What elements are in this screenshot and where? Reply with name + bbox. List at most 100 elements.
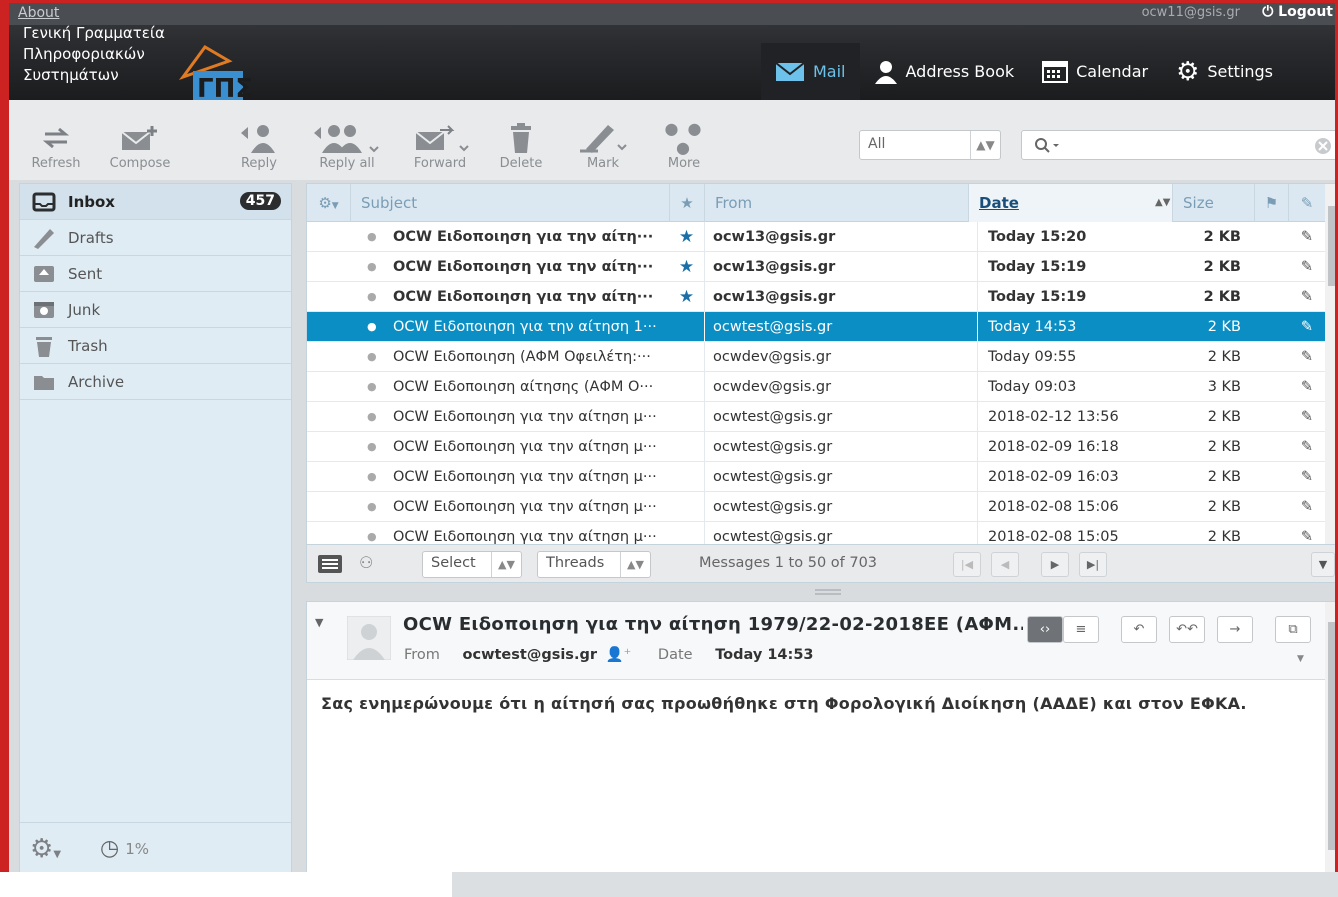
clear-search-icon[interactable]: [1314, 137, 1332, 155]
column-date[interactable]: Date: [969, 184, 1173, 222]
folder-drafts[interactable]: Drafts: [20, 220, 291, 256]
nav-settings[interactable]: ⚙ Settings: [1162, 43, 1287, 100]
html-view-button[interactable]: ‹›: [1027, 616, 1063, 643]
message-row[interactable]: ● OCW Ειδοποιηση (ΑΦΜ Οφειλέτη:··· ocwdev@…: [307, 342, 1325, 372]
logout-button[interactable]: ⏻ Logout: [1262, 4, 1333, 20]
reply-all-button-preview[interactable]: ↶↶: [1169, 616, 1205, 643]
message-row[interactable]: ● OCW Ειδοποιηση για την αίτηση μ··· ocwte…: [307, 492, 1325, 522]
flag-star-icon[interactable]: [669, 372, 705, 402]
message-list-scrollbar[interactable]: [1325, 184, 1335, 544]
preview-scrollbar[interactable]: [1325, 602, 1335, 872]
nav-address-book[interactable]: Address Book: [860, 43, 1029, 100]
folder-inbox[interactable]: Inbox 457: [20, 184, 291, 220]
user-icon: [874, 60, 897, 84]
plain-text-view-button[interactable]: ≡: [1063, 616, 1099, 643]
reply-button[interactable]: Reply: [235, 120, 283, 171]
forward-button-preview[interactable]: →: [1217, 616, 1253, 643]
select-dropdown[interactable]: Select ▲▼: [422, 551, 522, 578]
last-page-button[interactable]: ▶|: [1079, 552, 1107, 577]
collapse-preview-button[interactable]: ▼: [1311, 552, 1335, 577]
thread-bullet-icon: ●: [367, 350, 377, 363]
mark-button[interactable]: Mark: [575, 120, 631, 171]
compose-button[interactable]: Compose: [103, 120, 177, 171]
threads-dropdown[interactable]: Threads ▲▼: [537, 551, 651, 578]
first-page-button[interactable]: |◀: [953, 552, 981, 577]
flag-star-icon[interactable]: [669, 342, 705, 372]
message-row[interactable]: ● OCW Ειδοποιηση για την αίτηση μ··· ocwte…: [307, 432, 1325, 462]
reply-all-button[interactable]: Reply all: [311, 120, 383, 171]
expand-headers-arrow-icon[interactable]: ▼: [1297, 654, 1304, 664]
envelope-icon: [775, 61, 805, 81]
nav-mail[interactable]: Mail: [761, 43, 860, 100]
message-row[interactable]: ● OCW Ειδοποιηση για την αίτη··· ★ ocw13@gs…: [307, 252, 1325, 282]
flag-star-icon[interactable]: [669, 462, 705, 492]
column-from[interactable]: From: [705, 184, 969, 222]
reply-all-icon: [311, 120, 383, 156]
sender-address[interactable]: ocwtest@gsis.gr: [463, 647, 597, 663]
collapse-header-arrow-icon[interactable]: ▼: [315, 616, 323, 629]
thread-bullet-icon: ●: [367, 380, 377, 393]
archive-icon: [34, 375, 54, 390]
scrollbar-thumb[interactable]: [1328, 206, 1335, 286]
flag-star-icon[interactable]: ★: [669, 252, 705, 282]
search-filter-select[interactable]: All ▲▼: [859, 130, 1001, 160]
column-size[interactable]: Size: [1173, 184, 1255, 222]
previous-page-button[interactable]: ◀: [991, 552, 1019, 577]
add-contact-icon[interactable]: 👤⁺: [606, 647, 632, 663]
flag-star-icon[interactable]: [669, 402, 705, 432]
threads-toggle-icon[interactable]: ⚇: [359, 553, 373, 572]
flag-star-icon[interactable]: [669, 312, 705, 342]
open-in-new-window-button[interactable]: ⧉: [1275, 616, 1311, 643]
scrollbar-thumb[interactable]: [1328, 622, 1335, 850]
mark-pencil-icon: [575, 120, 631, 156]
message-row[interactable]: ● OCW Ειδοποιηση για την αίτηση μ··· ocwte…: [307, 462, 1325, 492]
message-row[interactable]: ● OCW Ειδοποιηση αίτησης (ΑΦΜ Ο··· ocwdev@…: [307, 372, 1325, 402]
column-flag-star-icon[interactable]: ★: [669, 184, 705, 222]
reply-button-preview[interactable]: ↶: [1121, 616, 1157, 643]
message-size: 3 KB: [1207, 379, 1241, 395]
flag-star-icon[interactable]: ★: [669, 282, 705, 312]
app-window: About ocw11@gsis.gr ⏻ Logout Γενική Γραμ…: [0, 0, 1338, 872]
folder-actions-gear-icon[interactable]: ⚙▼: [30, 834, 90, 864]
next-page-button[interactable]: ▶: [1041, 552, 1069, 577]
more-button[interactable]: ● ● ● More: [659, 119, 709, 171]
flag-star-icon[interactable]: [669, 492, 705, 522]
message-row[interactable]: ● OCW Ειδοποιηση για την αίτη··· ★ ocw13@gs…: [307, 282, 1325, 312]
nav-calendar-label: Calendar: [1076, 62, 1149, 81]
delete-button[interactable]: Delete: [493, 120, 549, 171]
message-row[interactable]: ● OCW Ειδοποιηση για την αίτηση μ··· ocwte…: [307, 402, 1325, 432]
thread-bullet-icon: ●: [367, 440, 377, 453]
attachment-clip-icon: ✎: [1300, 319, 1314, 335]
message-size: 2 KB: [1207, 349, 1241, 365]
folder-trash[interactable]: Trash: [20, 328, 291, 364]
sort-arrow-icon: ▲▼: [1155, 197, 1171, 208]
about-link[interactable]: About: [18, 5, 59, 21]
search-icon: [1035, 138, 1059, 153]
attachment-clip-icon: ✎: [1300, 349, 1314, 365]
column-subject[interactable]: Subject: [351, 184, 669, 222]
attachment-clip-icon: ✎: [1300, 439, 1314, 455]
column-flag-icon[interactable]: ⚑: [1255, 184, 1289, 222]
splitter-handle[interactable]: [815, 589, 841, 595]
folder-junk[interactable]: Junk: [20, 292, 291, 328]
message-row[interactable]: ● OCW Ειδοποιηση για την αίτη··· ★ ocw13@gs…: [307, 222, 1325, 252]
folder-sent[interactable]: Sent: [20, 256, 291, 292]
refresh-button[interactable]: Refresh: [25, 120, 87, 171]
flag-star-icon[interactable]: ★: [669, 222, 705, 252]
select-label: Select: [431, 555, 476, 571]
logo-line: Πληροφοριακών: [23, 45, 145, 63]
list-options-gear-icon[interactable]: ⚙▼: [307, 184, 351, 222]
power-icon: ⏻: [1262, 4, 1274, 20]
forward-button[interactable]: Forward: [405, 120, 475, 171]
list-menu-icon[interactable]: [317, 554, 343, 574]
message-from: ocwtest@gsis.gr: [713, 499, 833, 515]
flag-star-icon[interactable]: [669, 432, 705, 462]
nav-calendar[interactable]: Calendar: [1028, 43, 1162, 100]
column-attachment-icon[interactable]: ✎: [1289, 184, 1325, 222]
message-size: 2 KB: [1203, 259, 1241, 275]
message-row[interactable]: ● OCW Ειδοποιηση για την αίτηση 1··· ocwte…: [307, 312, 1325, 342]
quota-percent: 1%: [125, 839, 149, 858]
folder-archive[interactable]: Archive: [20, 364, 291, 400]
logo-line: Συστημάτων: [23, 66, 119, 84]
search-input[interactable]: [1021, 130, 1335, 160]
